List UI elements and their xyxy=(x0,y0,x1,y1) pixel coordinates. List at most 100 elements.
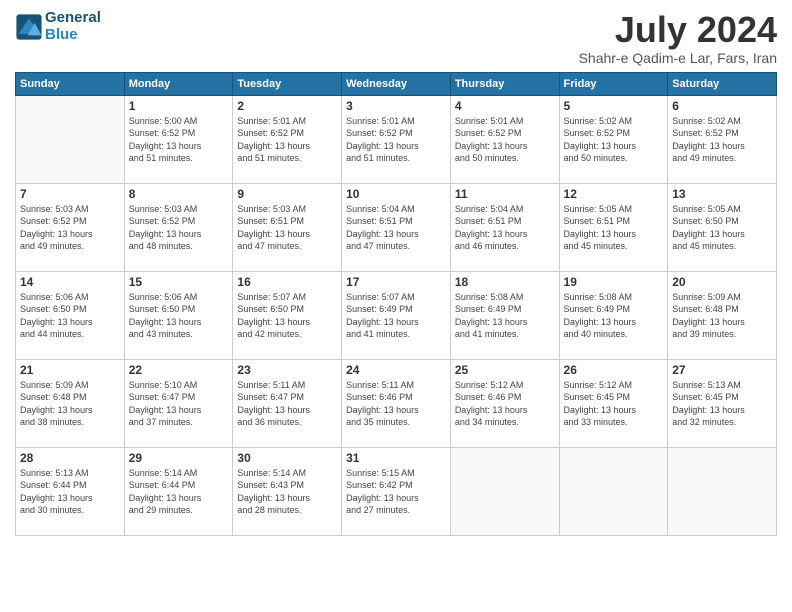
day-number: 16 xyxy=(237,275,337,289)
day-number: 17 xyxy=(346,275,446,289)
calendar-cell: 23Sunrise: 5:11 AM Sunset: 6:47 PM Dayli… xyxy=(233,359,342,447)
location: Shahr-e Qadim-e Lar, Fars, Iran xyxy=(579,50,777,66)
calendar-cell: 21 Sunrise: 5:09 AM Sunset: 6:48 PM Dayli… xyxy=(16,359,125,447)
day-info: Sunrise: 5:01 AM Sunset: 6:52 PM Dayligh… xyxy=(237,115,337,165)
day-info: Sunrise: 5:10 AM Sunset: 6:47 PM Dayligh… xyxy=(129,379,229,429)
calendar-cell: 5 Sunrise: 5:02 AM Sunset: 6:52 PM Daylig… xyxy=(559,95,668,183)
calendar-cell: 7Sunrise: 5:03 AM Sunset: 6:52 PM Daylig… xyxy=(16,183,125,271)
day-info: Sunrise: 5:07 AM Sunset: 6:49 PM Dayligh… xyxy=(346,291,446,341)
day-number: 5 xyxy=(564,99,664,113)
day-number: 6 xyxy=(672,99,772,113)
day-number: 31 xyxy=(346,451,446,465)
day-info: Sunrise: 5:04 AM Sunset: 6:51 PM Dayligh… xyxy=(346,203,446,253)
calendar-cell: 8 Sunrise: 5:03 AM Sunset: 6:52 PM Daylig… xyxy=(124,183,233,271)
calendar-cell: 24Sunrise: 5:11 AM Sunset: 6:46 PM Dayli… xyxy=(342,359,451,447)
calendar-cell: 14 Sunrise: 5:06 AM Sunset: 6:50 PM Dayli… xyxy=(16,271,125,359)
calendar-cell: 4 Sunrise: 5:01 AM Sunset: 6:52 PM Daylig… xyxy=(450,95,559,183)
day-number: 18 xyxy=(455,275,555,289)
day-number: 26 xyxy=(564,363,664,377)
calendar-cell: 26Sunrise: 5:12 AM Sunset: 6:45 PM Dayli… xyxy=(559,359,668,447)
calendar-cell xyxy=(559,447,668,535)
logo: General Blue xyxy=(15,10,101,43)
day-number: 8 xyxy=(129,187,229,201)
day-number: 10 xyxy=(346,187,446,201)
weekday-header-wednesday: Wednesday xyxy=(342,72,451,95)
day-number: 25 xyxy=(455,363,555,377)
title-area: July 2024 Shahr-e Qadim-e Lar, Fars, Ira… xyxy=(579,10,777,66)
calendar-cell: 12Sunrise: 5:05 AM Sunset: 6:51 PM Dayli… xyxy=(559,183,668,271)
day-number: 9 xyxy=(237,187,337,201)
week-row-3: 14 Sunrise: 5:06 AM Sunset: 6:50 PM Dayli… xyxy=(16,271,777,359)
day-number: 19 xyxy=(564,275,664,289)
day-info: Sunrise: 5:08 AM Sunset: 6:49 PM Dayligh… xyxy=(564,291,664,341)
day-info: Sunrise: 5:03 AM Sunset: 6:52 PM Dayligh… xyxy=(129,203,229,253)
day-info: Sunrise: 5:14 AM Sunset: 6:44 PM Dayligh… xyxy=(129,467,229,517)
day-number: 28 xyxy=(20,451,120,465)
logo-text: General Blue xyxy=(45,10,101,43)
calendar-cell xyxy=(668,447,777,535)
calendar-cell: 19 Sunrise: 5:08 AM Sunset: 6:49 PM Dayli… xyxy=(559,271,668,359)
calendar-cell: 16 Sunrise: 5:07 AM Sunset: 6:50 PM Dayli… xyxy=(233,271,342,359)
day-info: Sunrise: 5:13 AM Sunset: 6:45 PM Dayligh… xyxy=(672,379,772,429)
calendar-cell: 29 Sunrise: 5:14 AM Sunset: 6:44 PM Dayli… xyxy=(124,447,233,535)
calendar-cell: 2 Sunrise: 5:01 AM Sunset: 6:52 PM Daylig… xyxy=(233,95,342,183)
calendar-cell: 15 Sunrise: 5:06 AM Sunset: 6:50 PM Dayli… xyxy=(124,271,233,359)
day-number: 20 xyxy=(672,275,772,289)
day-number: 27 xyxy=(672,363,772,377)
day-number: 3 xyxy=(346,99,446,113)
day-info: Sunrise: 5:06 AM Sunset: 6:50 PM Dayligh… xyxy=(129,291,229,341)
day-number: 14 xyxy=(20,275,120,289)
week-row-4: 21 Sunrise: 5:09 AM Sunset: 6:48 PM Dayli… xyxy=(16,359,777,447)
weekday-header-friday: Friday xyxy=(559,72,668,95)
week-row-5: 28 Sunrise: 5:13 AM Sunset: 6:44 PM Dayli… xyxy=(16,447,777,535)
day-number: 4 xyxy=(455,99,555,113)
calendar-cell: 3 Sunrise: 5:01 AM Sunset: 6:52 PM Daylig… xyxy=(342,95,451,183)
day-info: Sunrise: 5:09 AM Sunset: 6:48 PM Dayligh… xyxy=(20,379,120,429)
day-number: 7 xyxy=(20,187,120,201)
calendar-cell: 20Sunrise: 5:09 AM Sunset: 6:48 PM Dayli… xyxy=(668,271,777,359)
weekday-header-row: SundayMondayTuesdayWednesdayThursdayFrid… xyxy=(16,72,777,95)
day-number: 24 xyxy=(346,363,446,377)
day-info: Sunrise: 5:07 AM Sunset: 6:50 PM Dayligh… xyxy=(237,291,337,341)
day-number: 12 xyxy=(564,187,664,201)
day-number: 23 xyxy=(237,363,337,377)
day-number: 13 xyxy=(672,187,772,201)
day-number: 11 xyxy=(455,187,555,201)
calendar-cell: 27 Sunrise: 5:13 AM Sunset: 6:45 PM Dayli… xyxy=(668,359,777,447)
calendar-cell: 11Sunrise: 5:04 AM Sunset: 6:51 PM Dayli… xyxy=(450,183,559,271)
calendar-cell: 10 Sunrise: 5:04 AM Sunset: 6:51 PM Dayli… xyxy=(342,183,451,271)
day-info: Sunrise: 5:06 AM Sunset: 6:50 PM Dayligh… xyxy=(20,291,120,341)
day-info: Sunrise: 5:00 AM Sunset: 6:52 PM Dayligh… xyxy=(129,115,229,165)
day-number: 21 xyxy=(20,363,120,377)
calendar-cell: 13 Sunrise: 5:05 AM Sunset: 6:50 PM Dayli… xyxy=(668,183,777,271)
day-info: Sunrise: 5:05 AM Sunset: 6:50 PM Dayligh… xyxy=(672,203,772,253)
day-number: 30 xyxy=(237,451,337,465)
weekday-header-sunday: Sunday xyxy=(16,72,125,95)
calendar-cell: 17 Sunrise: 5:07 AM Sunset: 6:49 PM Dayli… xyxy=(342,271,451,359)
day-info: Sunrise: 5:01 AM Sunset: 6:52 PM Dayligh… xyxy=(346,115,446,165)
day-info: Sunrise: 5:12 AM Sunset: 6:46 PM Dayligh… xyxy=(455,379,555,429)
calendar-table: SundayMondayTuesdayWednesdayThursdayFrid… xyxy=(15,72,777,536)
weekday-header-monday: Monday xyxy=(124,72,233,95)
calendar-cell xyxy=(450,447,559,535)
day-info: Sunrise: 5:03 AM Sunset: 6:51 PM Dayligh… xyxy=(237,203,337,253)
calendar-cell: 25 Sunrise: 5:12 AM Sunset: 6:46 PM Dayli… xyxy=(450,359,559,447)
page-container: General Blue July 2024 Shahr-e Qadim-e L… xyxy=(0,0,792,546)
day-number: 22 xyxy=(129,363,229,377)
day-info: Sunrise: 5:13 AM Sunset: 6:44 PM Dayligh… xyxy=(20,467,120,517)
day-info: Sunrise: 5:14 AM Sunset: 6:43 PM Dayligh… xyxy=(237,467,337,517)
day-number: 15 xyxy=(129,275,229,289)
day-info: Sunrise: 5:15 AM Sunset: 6:42 PM Dayligh… xyxy=(346,467,446,517)
calendar-cell xyxy=(16,95,125,183)
day-number: 2 xyxy=(237,99,337,113)
day-info: Sunrise: 5:02 AM Sunset: 6:52 PM Dayligh… xyxy=(672,115,772,165)
day-info: Sunrise: 5:08 AM Sunset: 6:49 PM Dayligh… xyxy=(455,291,555,341)
calendar-cell: 30 Sunrise: 5:14 AM Sunset: 6:43 PM Dayli… xyxy=(233,447,342,535)
calendar-cell: 18 Sunrise: 5:08 AM Sunset: 6:49 PM Dayli… xyxy=(450,271,559,359)
calendar-cell: 22 Sunrise: 5:10 AM Sunset: 6:47 PM Dayli… xyxy=(124,359,233,447)
day-info: Sunrise: 5:01 AM Sunset: 6:52 PM Dayligh… xyxy=(455,115,555,165)
week-row-1: 1Sunrise: 5:00 AM Sunset: 6:52 PM Daylig… xyxy=(16,95,777,183)
weekday-header-saturday: Saturday xyxy=(668,72,777,95)
day-number: 29 xyxy=(129,451,229,465)
day-info: Sunrise: 5:02 AM Sunset: 6:52 PM Dayligh… xyxy=(564,115,664,165)
